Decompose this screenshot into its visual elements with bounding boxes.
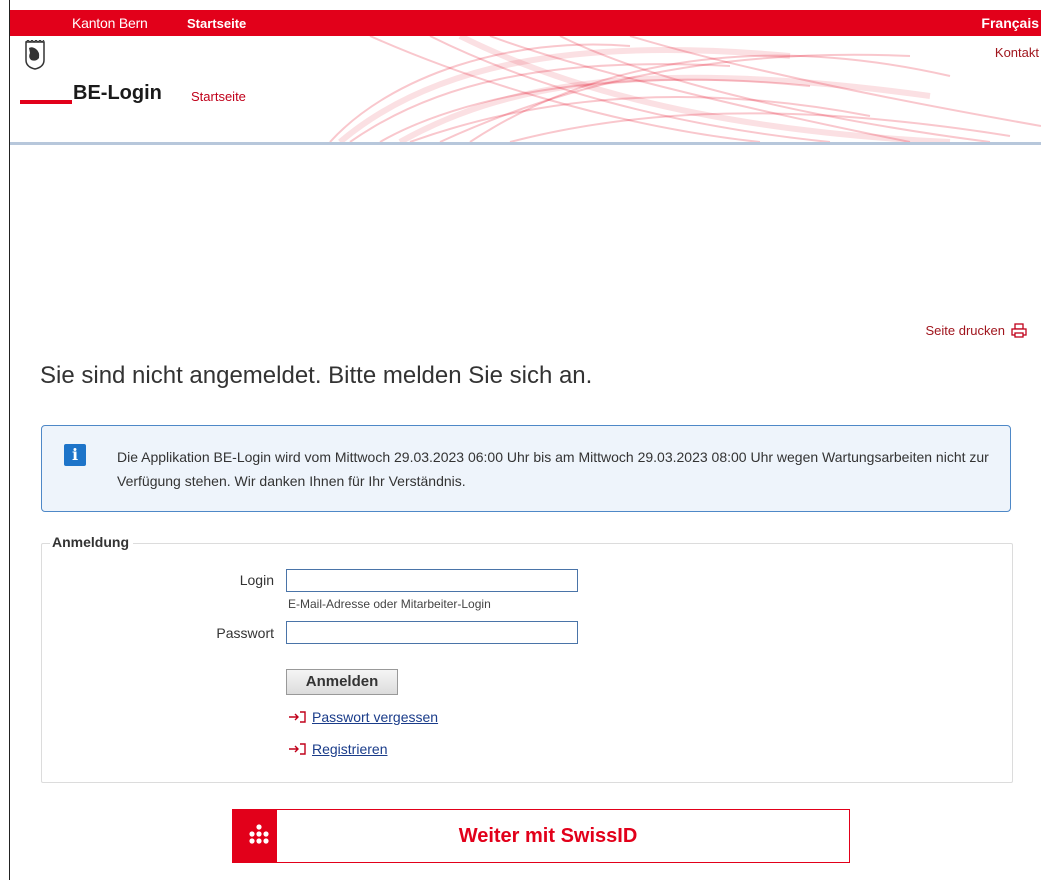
login-submit-button[interactable]: Anmelden [286,669,398,695]
register-label: Registrieren [312,741,388,757]
login-hint: E-Mail-Adresse oder Mitarbeiter-Login [288,597,491,611]
swissid-button[interactable]: Weiter mit SwissID [232,809,850,863]
top-home-link[interactable]: Startseite [187,16,246,31]
login-input[interactable] [286,569,578,592]
top-bar: Kanton Bern Startseite Français [10,10,1041,36]
print-page-link[interactable]: Seite drucken [926,323,1028,338]
notice-message: Die Applikation BE-Login wird vom Mittwo… [117,449,989,489]
page-headline: Sie sind nicht angemeldet. Bitte melden … [40,362,593,389]
forgot-password-link[interactable]: Passwort vergessen [288,709,438,725]
header-decoration [329,36,1041,142]
forgot-password-label: Passwort vergessen [312,709,439,725]
arrow-in-icon [289,711,306,723]
password-label: Passwort [216,625,274,641]
canton-brand-link[interactable]: Kanton Bern [72,15,148,31]
header-home-link[interactable]: Startseite [191,89,246,104]
contact-link[interactable]: Kontakt [995,45,1039,60]
printer-icon [1011,323,1027,338]
password-input[interactable] [286,621,578,644]
arrow-in-icon [289,743,306,755]
language-switch-link[interactable]: Français [981,15,1039,31]
print-label: Seite drucken [925,323,1006,338]
site-header: BE-Login Startseite Kontakt [10,36,1041,142]
login-legend: Anmeldung [50,534,133,550]
brand-red-line [20,100,72,104]
register-link[interactable]: Registrieren [288,741,387,757]
swissid-label: Weiter mit SwissID [458,825,638,847]
bern-crest-icon [25,40,45,70]
header-divider [10,142,1041,145]
maintenance-notice: i Die Applikation BE-Login wird vom Mitt… [41,425,1011,512]
info-icon: i [64,444,86,466]
login-label: Login [239,572,274,588]
app-title: BE-Login [73,82,162,104]
